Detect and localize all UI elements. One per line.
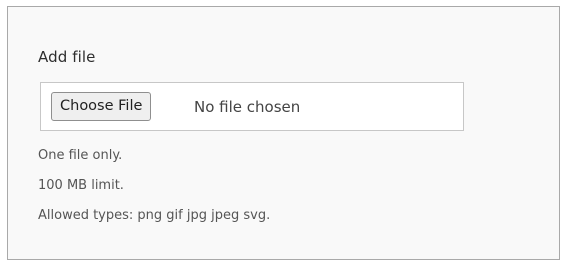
field-label: Add file bbox=[38, 48, 96, 66]
file-input[interactable]: Choose File No file chosen bbox=[40, 82, 464, 131]
file-status-text: No file chosen bbox=[194, 98, 301, 116]
choose-file-button[interactable]: Choose File bbox=[51, 92, 152, 121]
file-upload-panel: Add file Choose File No file chosen One … bbox=[7, 6, 560, 260]
page: Add file Choose File No file chosen One … bbox=[0, 0, 566, 263]
help-text-allowed-types: Allowed types: png gif jpg jpeg svg. bbox=[38, 208, 271, 223]
help-text-size-limit: 100 MB limit. bbox=[38, 178, 124, 193]
help-text-file-count: One file only. bbox=[38, 148, 123, 163]
